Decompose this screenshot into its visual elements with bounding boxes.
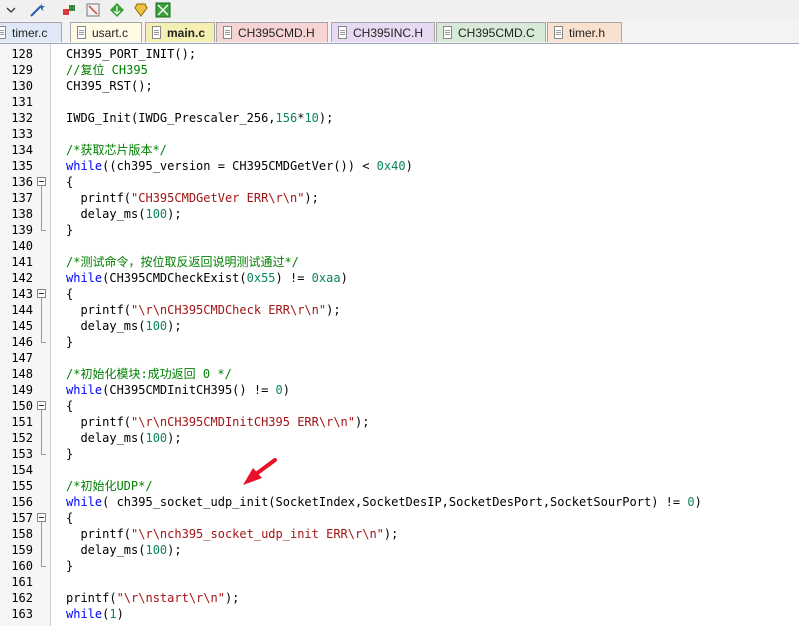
tab-label: CH395INC.H <box>353 25 424 40</box>
diamond-icon[interactable] <box>132 1 150 18</box>
tab-label: timer.c <box>12 25 48 40</box>
tab-usart-c[interactable]: usart.c <box>70 22 142 42</box>
toolbar <box>0 0 799 21</box>
download-icon[interactable] <box>108 1 126 18</box>
target-icon[interactable] <box>154 1 172 18</box>
file-icon <box>554 26 563 39</box>
tab-timer-c[interactable]: timer.c <box>0 22 62 42</box>
file-icon <box>0 26 6 39</box>
file-icon <box>223 26 232 39</box>
file-icon <box>443 26 452 39</box>
tab-bar: timer.c usart.c main.c CH395CMD.H CH395INC.H… <box>0 20 799 44</box>
build-all-icon[interactable] <box>84 1 102 18</box>
tab-label: main.c <box>167 25 206 40</box>
dropdown-icon[interactable] <box>2 1 20 18</box>
wand-icon[interactable] <box>28 1 46 18</box>
tab-label: usart.c <box>92 25 129 40</box>
file-icon <box>338 26 347 39</box>
tab-ch395cmd-c[interactable]: CH395CMD.C <box>436 22 546 42</box>
tab-main-c[interactable]: main.c <box>145 22 215 42</box>
file-icon <box>77 26 86 39</box>
file-icon <box>152 26 161 39</box>
tab-label: CH395CMD.C <box>458 25 535 40</box>
build-icon[interactable] <box>60 1 78 18</box>
tab-ch395cmd-h[interactable]: CH395CMD.H <box>216 22 328 42</box>
code-editor[interactable]: 128 CH395_PORT_INIT(); 129//复位 CH395 130 CH3… <box>0 44 799 626</box>
annotation-arrow <box>243 458 277 485</box>
tab-label: timer.h <box>569 25 606 40</box>
tab-label: CH395CMD.H <box>238 25 315 40</box>
tab-ch395inc-h[interactable]: CH395INC.H <box>331 22 435 42</box>
tab-timer-h[interactable]: timer.h <box>547 22 622 42</box>
